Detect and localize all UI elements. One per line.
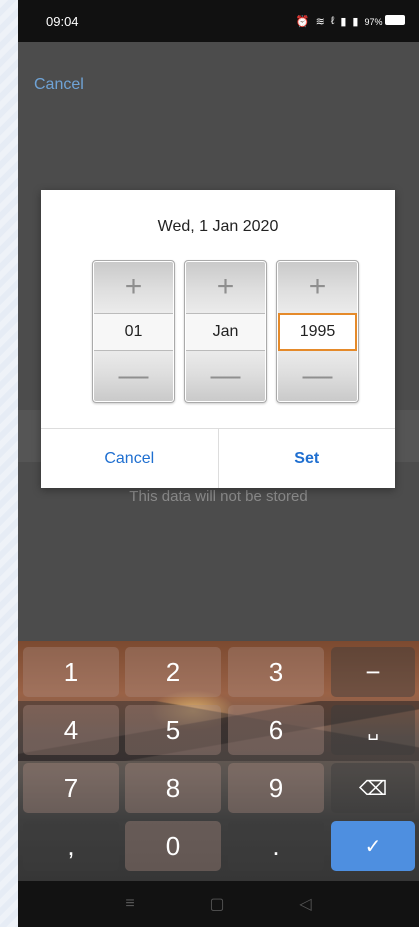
key-7[interactable]: 7 [23,763,119,813]
key-0[interactable]: 0 [125,821,221,871]
menu-icon[interactable]: ≡ [125,895,134,913]
home-icon[interactable]: ▢ [209,894,224,914]
key-8[interactable]: 8 [125,763,221,813]
key-minus[interactable]: − [331,647,415,697]
key-period[interactable]: . [228,821,324,871]
space-key-icon[interactable]: ␣ [331,705,415,755]
signal-4g-icon: ▮ [340,15,347,28]
key-5[interactable]: 5 [125,705,221,755]
battery-percent: 97% [364,17,383,27]
dialog-title: Wed, 1 Jan 2020 [157,218,279,235]
phone-screen: 09:04 ⏰ ≋ ℓ ▮ ▮ 97% Cancel This data wil… [18,0,419,927]
volte-icon: ℓ [330,15,335,27]
battery-indicator: 97% [364,15,405,27]
background-cancel-link[interactable]: Cancel [34,76,84,94]
date-picker-dialog: Wed, 1 Jan 2020 + 01 — + Jan — + 1995 — … [41,190,395,488]
back-icon[interactable]: ◁ [299,894,311,914]
month-spinner: + Jan — [184,260,267,403]
month-value[interactable]: Jan [186,313,265,351]
year-increment-button[interactable]: + [277,261,358,313]
day-increment-button[interactable]: + [93,261,174,313]
backspace-key-icon[interactable]: ⌫ [331,763,415,813]
day-value[interactable]: 01 [94,313,173,351]
key-4[interactable]: 4 [23,705,119,755]
year-spinner: + 1995 — [276,260,359,403]
key-3[interactable]: 3 [228,647,324,697]
day-decrement-button[interactable]: — [93,350,174,402]
alarm-icon: ⏰ [295,15,310,28]
status-bar: 09:04 ⏰ ≋ ℓ ▮ ▮ 97% [18,0,419,42]
year-value[interactable]: 1995 [278,313,357,351]
wifi-icon: ≋ [315,15,325,28]
key-6[interactable]: 6 [228,705,324,755]
set-button[interactable]: Set [217,429,396,488]
status-icons: ⏰ ≋ ℓ ▮ ▮ 97% [296,15,405,28]
numeric-keyboard: 1 2 3 − 4 5 6 ␣ 7 8 9 ⌫ , 0 . ✓ [18,641,419,881]
month-decrement-button[interactable]: — [185,350,266,402]
status-time: 09:04 [46,13,79,29]
key-2[interactable]: 2 [125,647,221,697]
done-check-icon[interactable]: ✓ [331,821,415,871]
key-1[interactable]: 1 [23,647,119,697]
signal-icon: ▮ [352,15,359,28]
key-comma[interactable]: , [23,821,119,871]
key-9[interactable]: 9 [228,763,324,813]
system-nav-bar: ≡ ▢ ◁ [18,881,419,927]
dialog-actions: Cancel Set [41,428,395,488]
cancel-button[interactable]: Cancel [41,429,218,488]
year-decrement-button[interactable]: — [277,350,358,402]
battery-icon [385,15,405,25]
storage-note: This data will not be stored [129,488,308,505]
month-increment-button[interactable]: + [185,261,266,313]
day-spinner: + 01 — [92,260,175,403]
